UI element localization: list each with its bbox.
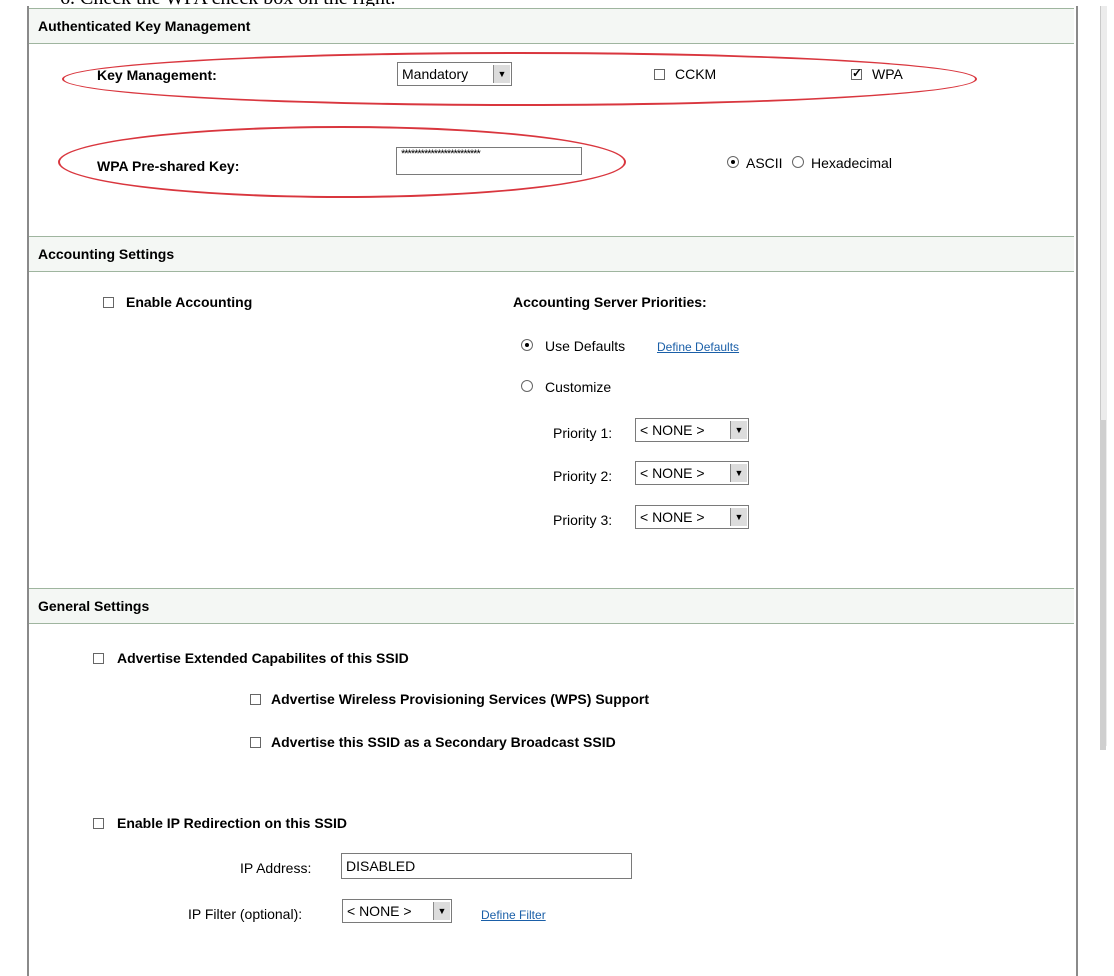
use-defaults-radio[interactable] [521, 339, 533, 351]
wpa-checkbox[interactable] [851, 66, 862, 80]
priority-1-select[interactable]: < NONE > ▼ [635, 418, 749, 442]
ascii-label: ASCII [746, 155, 783, 171]
ip-filter-select[interactable]: < NONE > ▼ [342, 899, 452, 923]
accounting-section-header [29, 236, 1074, 272]
advertise-extended-checkbox[interactable] [93, 653, 104, 664]
enable-accounting-checkbox[interactable] [103, 297, 114, 308]
chevron-down-icon: ▼ [730, 421, 747, 439]
hexadecimal-radio[interactable] [792, 156, 804, 168]
ip-filter-label: IP Filter (optional): [188, 906, 303, 922]
general-section-header [29, 588, 1074, 624]
priority-2-label: Priority 2: [553, 468, 613, 484]
chevron-down-icon: ▼ [730, 464, 747, 482]
advertise-extended-label: Advertise Extended Capabilites of this S… [117, 650, 409, 666]
ascii-radio[interactable] [727, 156, 739, 168]
psk-input[interactable]: ************************ [396, 147, 582, 175]
scrollbar-thumb[interactable] [1100, 420, 1106, 750]
chevron-down-icon: ▼ [433, 902, 450, 920]
secondary-ssid-checkbox[interactable] [250, 737, 261, 748]
ip-address-label: IP Address: [240, 860, 312, 876]
priority-3-select[interactable]: < NONE > ▼ [635, 505, 749, 529]
cckm-label: CCKM [675, 66, 717, 82]
priority-1-value: < NONE > [640, 422, 705, 438]
wpa-label: WPA [872, 66, 903, 82]
define-filter-link[interactable]: Define Filter [481, 908, 546, 922]
ip-address-input[interactable]: DISABLED [341, 853, 632, 879]
priority-3-value: < NONE > [640, 509, 705, 525]
ip-redirection-label: Enable IP Redirection on this SSID [117, 815, 348, 831]
auth-section-title: Authenticated Key Management [38, 18, 251, 34]
priority-1-label: Priority 1: [553, 425, 613, 441]
key-management-label: Key Management: [97, 67, 217, 83]
general-section-title: General Settings [38, 598, 150, 614]
enable-accounting-label: Enable Accounting [126, 294, 253, 310]
hexadecimal-label: Hexadecimal [811, 155, 892, 171]
define-defaults-link[interactable]: Define Defaults [657, 340, 739, 354]
accounting-section-title: Accounting Settings [38, 246, 175, 262]
wps-support-label: Advertise Wireless Provisioning Services… [271, 691, 649, 707]
ip-filter-value: < NONE > [347, 903, 412, 919]
chevron-down-icon: ▼ [493, 65, 510, 83]
priority-2-value: < NONE > [640, 465, 705, 481]
chevron-down-icon: ▼ [730, 508, 747, 526]
key-management-value: Mandatory [402, 66, 469, 82]
use-defaults-label: Use Defaults [545, 338, 626, 354]
key-management-select[interactable]: Mandatory ▼ [397, 62, 512, 86]
secondary-ssid-label: Advertise this SSID as a Secondary Broad… [271, 734, 616, 750]
customize-radio[interactable] [521, 380, 533, 392]
cckm-checkbox[interactable] [654, 69, 665, 80]
wps-support-checkbox[interactable] [250, 694, 261, 705]
ip-redirection-checkbox[interactable] [93, 818, 104, 829]
customize-label: Customize [545, 379, 612, 395]
priority-3-label: Priority 3: [553, 512, 613, 528]
psk-label: WPA Pre-shared Key: [97, 158, 240, 174]
priority-2-select[interactable]: < NONE > ▼ [635, 461, 749, 485]
accounting-priorities-label: Accounting Server Priorities: [513, 294, 707, 310]
